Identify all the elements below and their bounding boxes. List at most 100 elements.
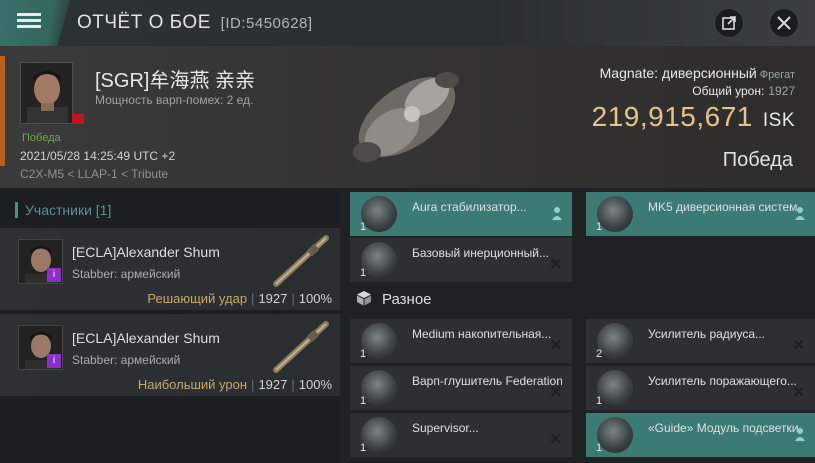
accent-bar [0,56,5,166]
separator: | [291,377,295,392]
module-item[interactable]: 1 Aura стабилизатор... [350,192,572,236]
total-damage-label: Общий урон: [692,84,765,98]
participant-card[interactable]: i [ECLA]Alexander Shum Stabber: армейски… [0,314,340,396]
separator: | [291,291,295,306]
victim-summary: Победа [SGR]牟海燕 亲亲 Мощность варп-помех: … [0,46,815,188]
module-qty: 1 [596,395,603,407]
participant-card[interactable]: i [ECLA]Alexander Shum Stabber: армейски… [0,228,340,310]
weapon-image[interactable] [268,318,334,374]
module-icon [597,370,633,406]
module-qty: 1 [360,442,367,454]
menu-icon-line [17,19,41,22]
participants-count: [1] [95,202,112,218]
module-item[interactable]: 1 MK5 диверсионная систем... [586,192,815,236]
participants-panel: Участники [1] i [ECLA]Alexander Shum Sta… [0,188,340,463]
isk-unit: ISK [762,110,795,131]
weapon-image[interactable] [268,232,334,288]
module-icon [361,242,397,278]
isk-amount: 219,915,671 [591,101,753,132]
module-name: MK5 диверсионная систем... [648,200,798,214]
participant-damage: 1927 [258,291,288,306]
kill-location[interactable]: C2X-M5 < LLAP-1 < Tribute [20,167,168,181]
section-label: Разное [382,291,432,308]
module-qty: 1 [596,221,603,233]
participant-tag: Решающий удар [147,291,248,306]
portrait-image [21,63,72,123]
cube-icon [357,291,371,306]
menu-button[interactable] [14,10,44,34]
module-item[interactable]: 2 Усилитель радиуса... ✕ [586,319,815,363]
menu-icon-line [17,25,41,28]
report-id: [ID:5450628] [220,15,313,32]
module-item[interactable]: 1 «Guide» Модуль подсветки... [586,413,815,457]
module-icon [361,323,397,359]
module-qty: 1 [360,221,367,233]
person-icon [552,207,562,220]
share-button[interactable] [714,8,744,38]
kill-datetime: 2021/05/28 14:25:49 UTC +2 [20,149,176,163]
destroyed-icon: ✕ [792,337,805,354]
module-qty: 1 [360,348,367,360]
person-icon [795,428,805,441]
corp-badge [72,114,84,124]
participant-stats: Решающий удар | 1927 | 100% [147,291,332,306]
module-name: Варп-глушитель Federation ... [412,374,562,388]
module-icon [597,323,633,359]
module-name: Базовый инерционный... [412,246,550,260]
module-icon [597,417,633,453]
destroyed-icon: ✕ [549,256,562,273]
window-header: ОТЧЁТ О БОЕ [ID:5450628] [0,0,815,46]
destroyed-icon: ✕ [549,431,562,448]
faction-badge: i [47,268,61,282]
participants-label: Участники [25,202,92,218]
participant-percent: 100% [298,377,332,392]
external-link-icon [722,16,736,30]
title-text: ОТЧЁТ О БОЕ [77,12,211,33]
module-icon [597,196,633,232]
participants-header[interactable]: Участники [1] [15,202,111,218]
participant-percent: 100% [298,291,332,306]
faction-badge: i [47,354,61,368]
close-button[interactable] [769,8,799,38]
participant-tag: Наибольший урон [137,377,248,392]
module-item[interactable]: 1 Усилитель поражающего... ✕ [586,366,815,410]
person-icon [795,207,805,220]
module-icon [361,370,397,406]
module-name: Aura стабилизатор... [412,200,527,214]
participant-ship: Stabber: армейский [72,267,181,281]
participant-damage: 1927 [258,377,288,392]
module-qty: 2 [596,348,603,360]
victim-name[interactable]: [SGR]牟海燕 亲亲 [95,64,255,93]
victim-portrait[interactable] [20,62,73,124]
module-qty: 1 [360,267,367,279]
section-marker [15,202,18,218]
total-damage-value: 1927 [768,84,795,98]
module-item[interactable]: 1 Supervisor... ✕ [350,413,572,457]
module-name: Supervisor... [412,421,479,435]
page-title: ОТЧЁТ О БОЕ [ID:5450628] [77,12,313,34]
ship-class: Фрегат [759,69,795,81]
menu-icon-line [17,13,41,16]
participant-stats: Наибольший урон | 1927 | 100% [138,377,332,392]
status-label: Победа [22,132,61,144]
ship-type-name: Magnate: диверсионный [599,65,757,81]
warp-disruption-info: Мощность варп-помех: 2 ед. [95,93,254,107]
destroyed-icon: ✕ [549,384,562,401]
ship-image[interactable] [332,52,482,182]
section-header-misc: Разное [356,290,432,308]
module-icon [361,196,397,232]
total-damage: Общий урон: 1927 [692,84,795,98]
separator: | [251,377,255,392]
destroyed-icon: ✕ [792,384,805,401]
result-label: Победа [722,149,793,171]
separator: | [251,291,255,306]
isk-value: 219,915,671 ISK [592,101,795,133]
destroyed-icon: ✕ [549,337,562,354]
module-item[interactable]: 1 Базовый инерционный... ✕ [350,238,572,282]
module-item[interactable]: 1 Варп-глушитель Federation ... ✕ [350,366,572,410]
module-qty: 1 [596,442,603,454]
participant-name[interactable]: [ECLA]Alexander Shum [72,330,220,346]
ship-type[interactable]: Magnate: диверсионный Фрегат [600,65,795,81]
module-item[interactable]: 1 Medium накопительная... ✕ [350,319,572,363]
participant-name[interactable]: [ECLA]Alexander Shum [72,244,220,260]
